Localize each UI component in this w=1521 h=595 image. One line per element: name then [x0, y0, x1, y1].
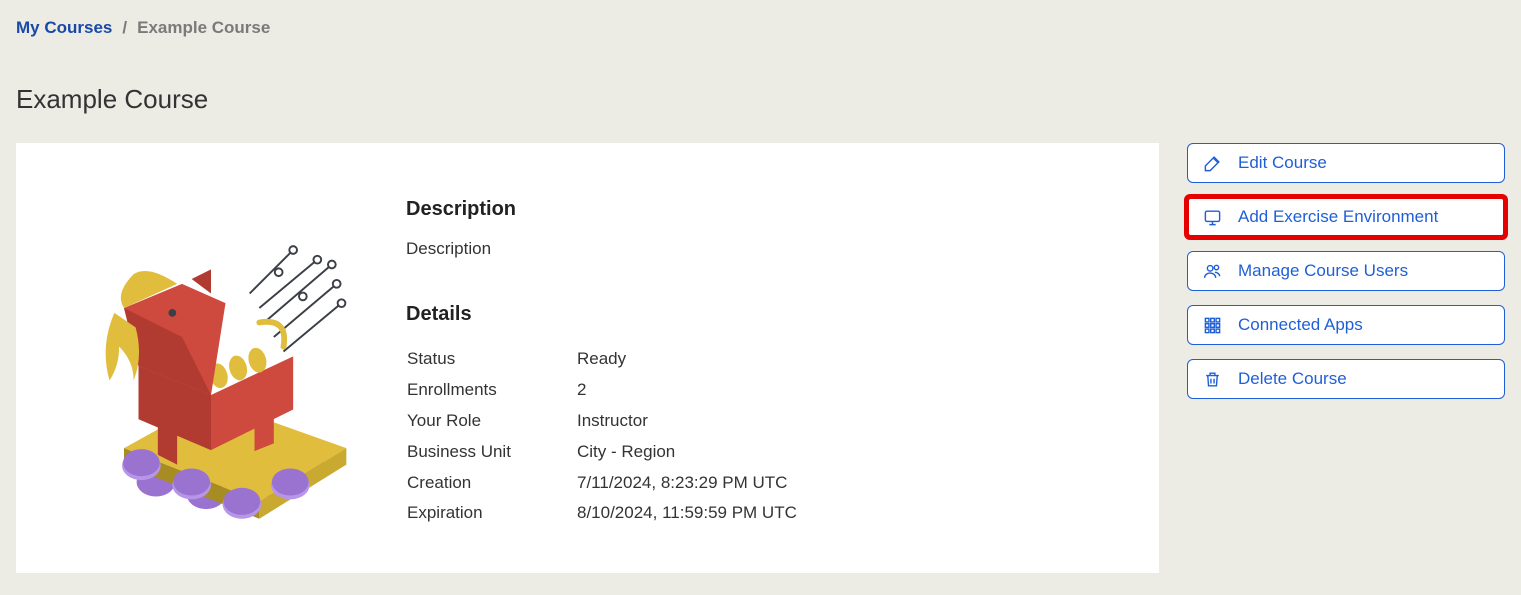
detail-row-status: Status Ready: [406, 344, 798, 375]
detail-value: Instructor: [576, 406, 798, 437]
detail-row-business-unit: Business Unit City - Region: [406, 437, 798, 468]
detail-label: Expiration: [406, 498, 576, 529]
breadcrumb-current: Example Course: [137, 18, 270, 38]
action-label: Manage Course Users: [1238, 261, 1408, 281]
breadcrumb-separator: /: [122, 18, 127, 38]
action-label: Connected Apps: [1238, 315, 1363, 335]
course-image: [56, 198, 366, 533]
add-exercise-environment-button[interactable]: Add Exercise Environment: [1187, 197, 1505, 237]
grid-icon: [1202, 315, 1222, 335]
detail-label: Business Unit: [406, 437, 576, 468]
description-text: Description: [406, 239, 1119, 259]
detail-row-enrollments: Enrollments 2: [406, 375, 798, 406]
edit-course-button[interactable]: Edit Course: [1187, 143, 1505, 183]
detail-label: Status: [406, 344, 576, 375]
detail-value: 7/11/2024, 8:23:29 PM UTC: [576, 468, 798, 499]
breadcrumb-root-link[interactable]: My Courses: [16, 18, 112, 38]
detail-label: Creation: [406, 468, 576, 499]
action-label: Delete Course: [1238, 369, 1347, 389]
detail-row-creation: Creation 7/11/2024, 8:23:29 PM UTC: [406, 468, 798, 499]
description-heading: Description: [406, 198, 1119, 221]
detail-value: 8/10/2024, 11:59:59 PM UTC: [576, 498, 798, 529]
detail-label: Enrollments: [406, 375, 576, 406]
manage-course-users-button[interactable]: Manage Course Users: [1187, 251, 1505, 291]
action-label: Add Exercise Environment: [1238, 207, 1438, 227]
pencil-icon: [1202, 153, 1222, 173]
page-title: Example Course: [16, 84, 1505, 115]
details-table: Status Ready Enrollments 2 Your Role Ins…: [406, 344, 798, 529]
action-label: Edit Course: [1238, 153, 1327, 173]
detail-row-expiration: Expiration 8/10/2024, 11:59:59 PM UTC: [406, 498, 798, 529]
connected-apps-button[interactable]: Connected Apps: [1187, 305, 1505, 345]
delete-course-button[interactable]: Delete Course: [1187, 359, 1505, 399]
users-icon: [1202, 261, 1222, 281]
detail-row-role: Your Role Instructor: [406, 406, 798, 437]
details-heading: Details: [406, 303, 1119, 326]
course-card: Description Description Details Status R…: [16, 143, 1159, 573]
monitor-icon: [1202, 207, 1222, 227]
detail-label: Your Role: [406, 406, 576, 437]
detail-value: Ready: [576, 344, 798, 375]
detail-value: City - Region: [576, 437, 798, 468]
detail-value: 2: [576, 375, 798, 406]
breadcrumb: My Courses / Example Course: [16, 18, 1505, 38]
actions-sidebar: Edit Course Add Exercise Environment Man…: [1187, 143, 1505, 399]
trash-icon: [1202, 369, 1222, 389]
